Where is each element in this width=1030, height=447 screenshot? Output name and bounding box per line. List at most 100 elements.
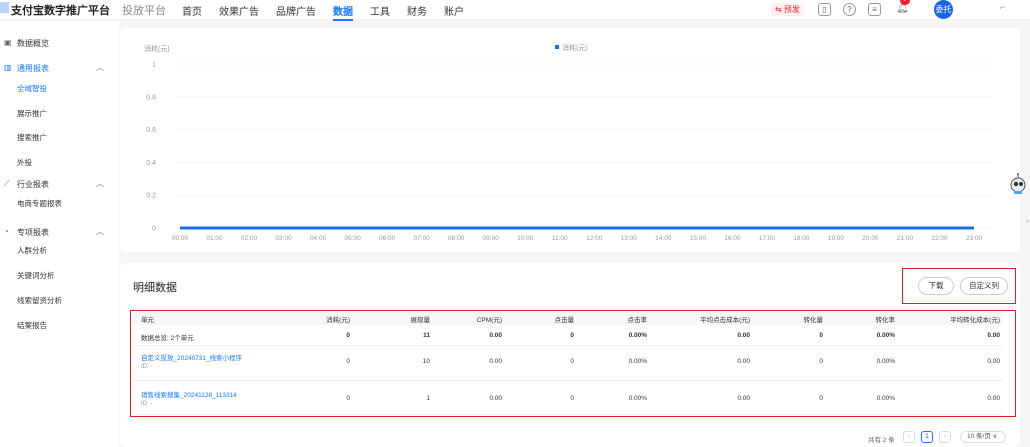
sidebar-item-external[interactable]: 外投 [17,157,32,168]
nav-item-0[interactable]: 首页 [182,3,202,18]
prev-page-button[interactable]: ‹ [903,431,915,443]
row-divider [133,345,1003,346]
table-cell: 0 [346,395,350,402]
table-cell: 0 [819,395,823,402]
summary-cell: 0.00% [876,332,895,339]
sidebar-item-all-domain[interactable]: 全域智投 [17,83,47,94]
brand-subtitle: 投放平台 [122,5,166,17]
sidebar-group-industry-report[interactable]: ⟋ 行业报表 ︿ [0,176,119,192]
table-header-cell: 点击量 [554,317,575,324]
x-tick-label: 02:00 [241,235,258,242]
y-tick-label: 0.6 [146,127,156,134]
x-tick-label: 15:00 [690,235,707,242]
y-tick-label: 0.4 [146,160,156,167]
consumption-line-chart: 消耗(元) 消耗(元) 0 0.2 0.4 0.6 0.8 1 00:00 01:00 02:00 0… [144,43,990,242]
sidebar-item-leads[interactable]: 线索留资分析 [17,295,62,306]
next-page-button[interactable]: › [939,431,951,443]
summary-cell: 0 [346,332,350,339]
nav-item-5[interactable]: 财务 [407,3,427,18]
bar-chart-icon: ▥ [4,63,12,72]
nav-item-3[interactable]: 数据 [333,3,353,21]
table-row-unit-link[interactable]: 自定义投放_20240731_线索小程序 [141,352,242,362]
sidebar-group-overview[interactable]: ▣ 数据概览 [0,35,119,51]
x-tick-label: 11:00 [552,235,568,242]
mobile-icon[interactable]: ▯ [818,3,831,16]
table-cell: 0 [819,358,823,365]
clipboard-icon[interactable]: ≡ [868,3,881,16]
x-tick-label: 07:00 [414,235,431,242]
table-row-unit-link[interactable]: 销售线索搜集_20241128_113314 [141,389,237,399]
x-tick-label: 01:00 [206,235,223,242]
page-number-button[interactable]: 1 [921,431,933,443]
nav-item-6[interactable]: 账户 [444,3,464,18]
legend-swatch [555,45,559,49]
table-header-cell: CPM(元) [476,317,502,324]
row-divider [133,380,1003,381]
table-cell: 0.00% [628,395,647,402]
sidebar-item-final-report[interactable]: 结案报告 [17,320,47,331]
summary-cell: 0 [570,332,574,339]
table-cell: 1 [426,395,430,402]
x-tick-label: 00:00 [172,235,189,242]
x-tick-label: 20:00 [862,235,879,242]
table-cell: 0 [570,395,574,402]
nav-item-4[interactable]: 工具 [370,3,390,18]
table-header-cell: 转化率 [875,317,896,324]
sidebar-item-display[interactable]: 展示推广 [17,108,47,119]
table-row-id: ID: - [141,364,153,370]
avatar[interactable]: 委托 [934,0,953,19]
sidebar-item-ecommerce[interactable]: 电商专题报表 [17,198,62,209]
brand-title: 支付宝数字推广平台 [11,5,110,17]
x-tick-label: 04:00 [310,235,327,242]
x-tick-label: 05:00 [344,235,361,242]
edge-toggle-icon[interactable]: ‹ [1026,218,1028,225]
x-tick-label: 03:00 [275,235,292,242]
logo-icon [0,2,9,13]
sidebar-item-search[interactable]: 搜索推广 [17,132,47,143]
table-header-cell: 消耗(元) [326,317,350,324]
table-header-cell: 点击率 [627,317,648,324]
table-cell: 0.00 [489,358,502,365]
x-tick-label: 22:00 [931,235,948,242]
top-navigation-bar: 支付宝数字推广平台 投放平台 首页 效果广告 品牌广告 数据 工具 财务 账户 ⇆ 预发 ▯… [0,0,1030,21]
table-cell: 0.00 [489,395,502,402]
table-header-cell: 单元 [141,317,154,324]
pre-release-badge[interactable]: ⇆ 预发 [771,3,804,16]
legend-label: 消耗(元) [562,43,588,52]
summary-cell: 0.00 [987,332,1000,339]
custom-columns-button[interactable]: 自定义列 [960,277,1008,295]
row-divider [133,414,1003,415]
y-tick-label: 0.8 [146,94,156,101]
line-chart-icon: ⟋ [4,179,10,188]
chevron-up-icon: ︿ [96,63,104,72]
x-tick-label: 21:00 [897,235,914,242]
special-report-icon: ◔ [4,227,9,236]
y-axis-label: 消耗(元) [144,44,170,53]
assistant-robot-icon[interactable] [1008,173,1028,197]
y-tick-label: 1 [152,62,156,69]
nav-item-2[interactable]: 品牌广告 [276,3,316,18]
sidebar-item-audience[interactable]: 人群分析 [17,245,47,256]
chevron-up-icon: ︿ [96,179,104,188]
summary-label: 数据总览: 2个单元 [141,335,194,342]
x-tick-label: 13:00 [621,235,638,242]
help-icon[interactable]: ? [843,3,856,16]
download-button[interactable]: 下载 [918,277,954,295]
summary-cell: 0 [819,332,823,339]
sidebar-group-general-report[interactable]: ▥ 通用报表 ︿ [0,60,119,76]
x-tick-label: 19:00 [828,235,845,242]
page-size-select[interactable]: 10 条/页 ∨ [960,431,1006,443]
dashboard-icon: ▣ [4,38,12,47]
sidebar-group-special-report[interactable]: ◔ 专项报表 ︿ [0,224,119,240]
y-tick-label: 0 [152,226,156,233]
table-cell: 0.00 [737,358,750,365]
table-header-cell: 展现量 [410,317,431,324]
table-cell: 0.00 [737,395,750,402]
table-header-cell: 转化量 [803,317,824,324]
sidebar-item-keyword[interactable]: 关键词分析 [17,270,55,281]
table-cell: 0 [346,358,350,365]
nav-item-1[interactable]: 效果广告 [219,3,259,18]
summary-cell: 0.00 [489,332,502,339]
x-tick-label: 23:00 [966,235,983,242]
window-corner-icon: ⌐ [1000,2,1006,12]
